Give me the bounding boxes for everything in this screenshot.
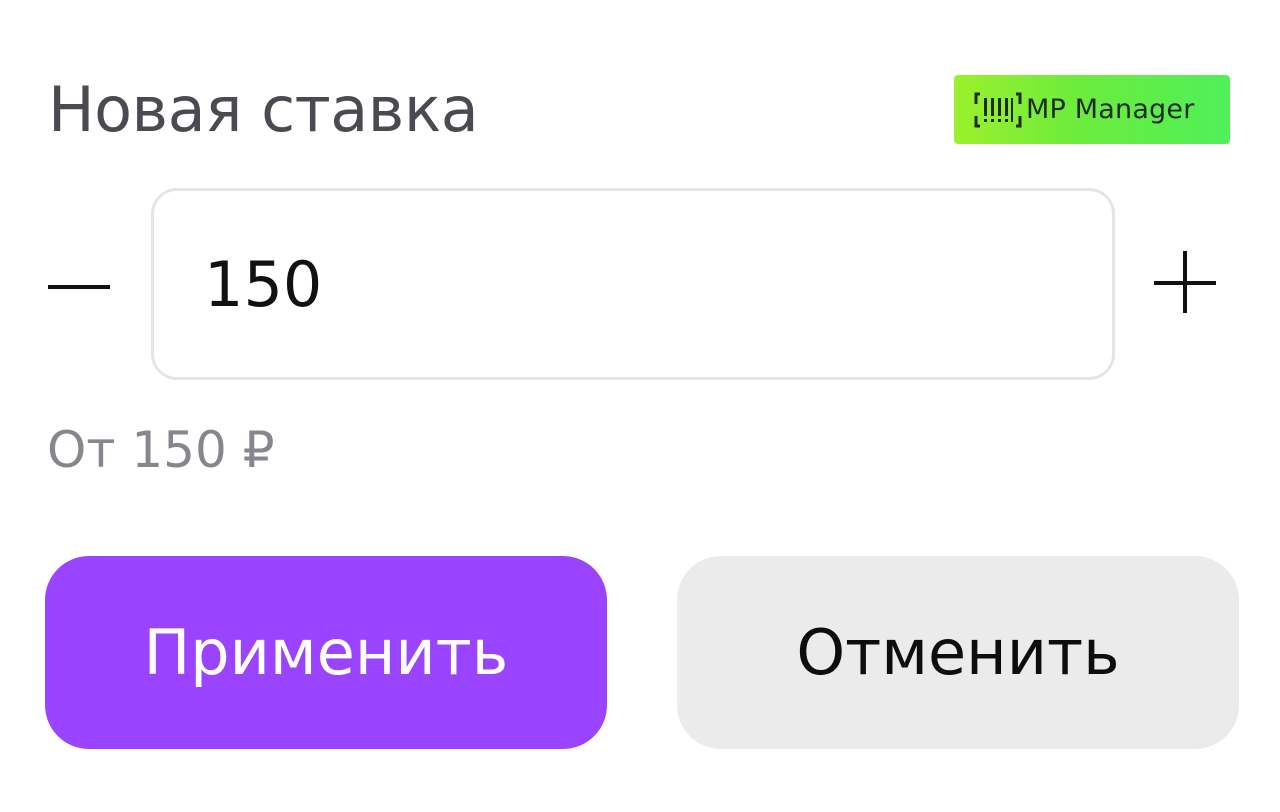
minus-icon [48, 276, 112, 295]
new-bid-dialog: Новая ставка MP Manager 150 От 150 ₽ При… [0, 0, 1280, 812]
dialog-title: Новая ставка [48, 73, 479, 146]
minimum-bid-hint: От 150 ₽ [47, 421, 275, 479]
barcode-icon [974, 90, 1022, 130]
cancel-button[interactable]: Отменить [677, 556, 1239, 749]
apply-button-label: Применить [143, 616, 509, 689]
apply-button[interactable]: Применить [45, 556, 607, 749]
badge-label: MP Manager [1026, 94, 1195, 125]
increase-bid-button[interactable] [1146, 240, 1226, 330]
mp-manager-badge[interactable]: MP Manager [954, 75, 1230, 144]
decrease-bid-button[interactable] [40, 240, 120, 330]
cancel-button-label: Отменить [796, 616, 1120, 689]
bid-amount-input[interactable] [151, 188, 1115, 380]
plus-icon [1154, 251, 1218, 319]
